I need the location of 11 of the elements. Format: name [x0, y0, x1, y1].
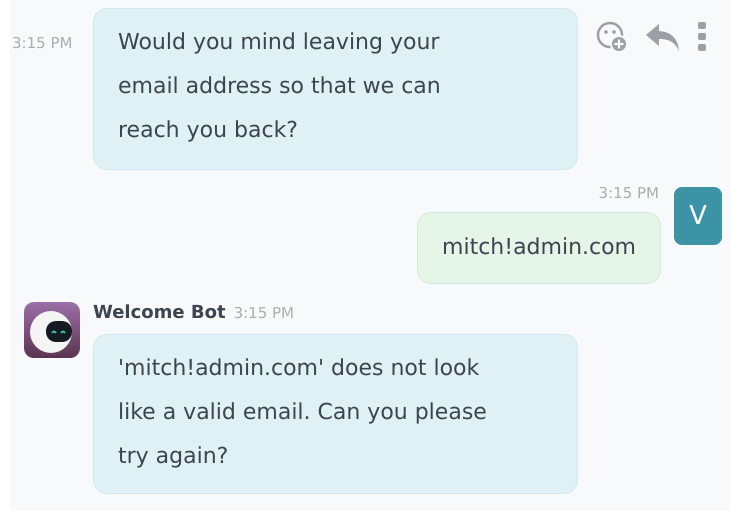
add-reaction-icon[interactable] [595, 20, 629, 54]
message-time: 3:15 PM [234, 304, 294, 322]
author-name: Welcome Bot [93, 302, 226, 323]
message-time: 3:15 PM [11, 33, 74, 54]
more-options-icon[interactable] [697, 20, 707, 52]
message-bubble: 'mitch!admin.com' does not look like a valid email. Can you please try again? [93, 334, 578, 494]
message-bubble: mitch!admin.com [417, 212, 661, 284]
message-bubble: Would you mind leaving your email address so that we can reach you back? [93, 8, 578, 170]
message-time: 3:15 PM [598, 184, 660, 202]
user-avatar: V [674, 187, 722, 245]
bot-avatar-icon [24, 302, 80, 358]
